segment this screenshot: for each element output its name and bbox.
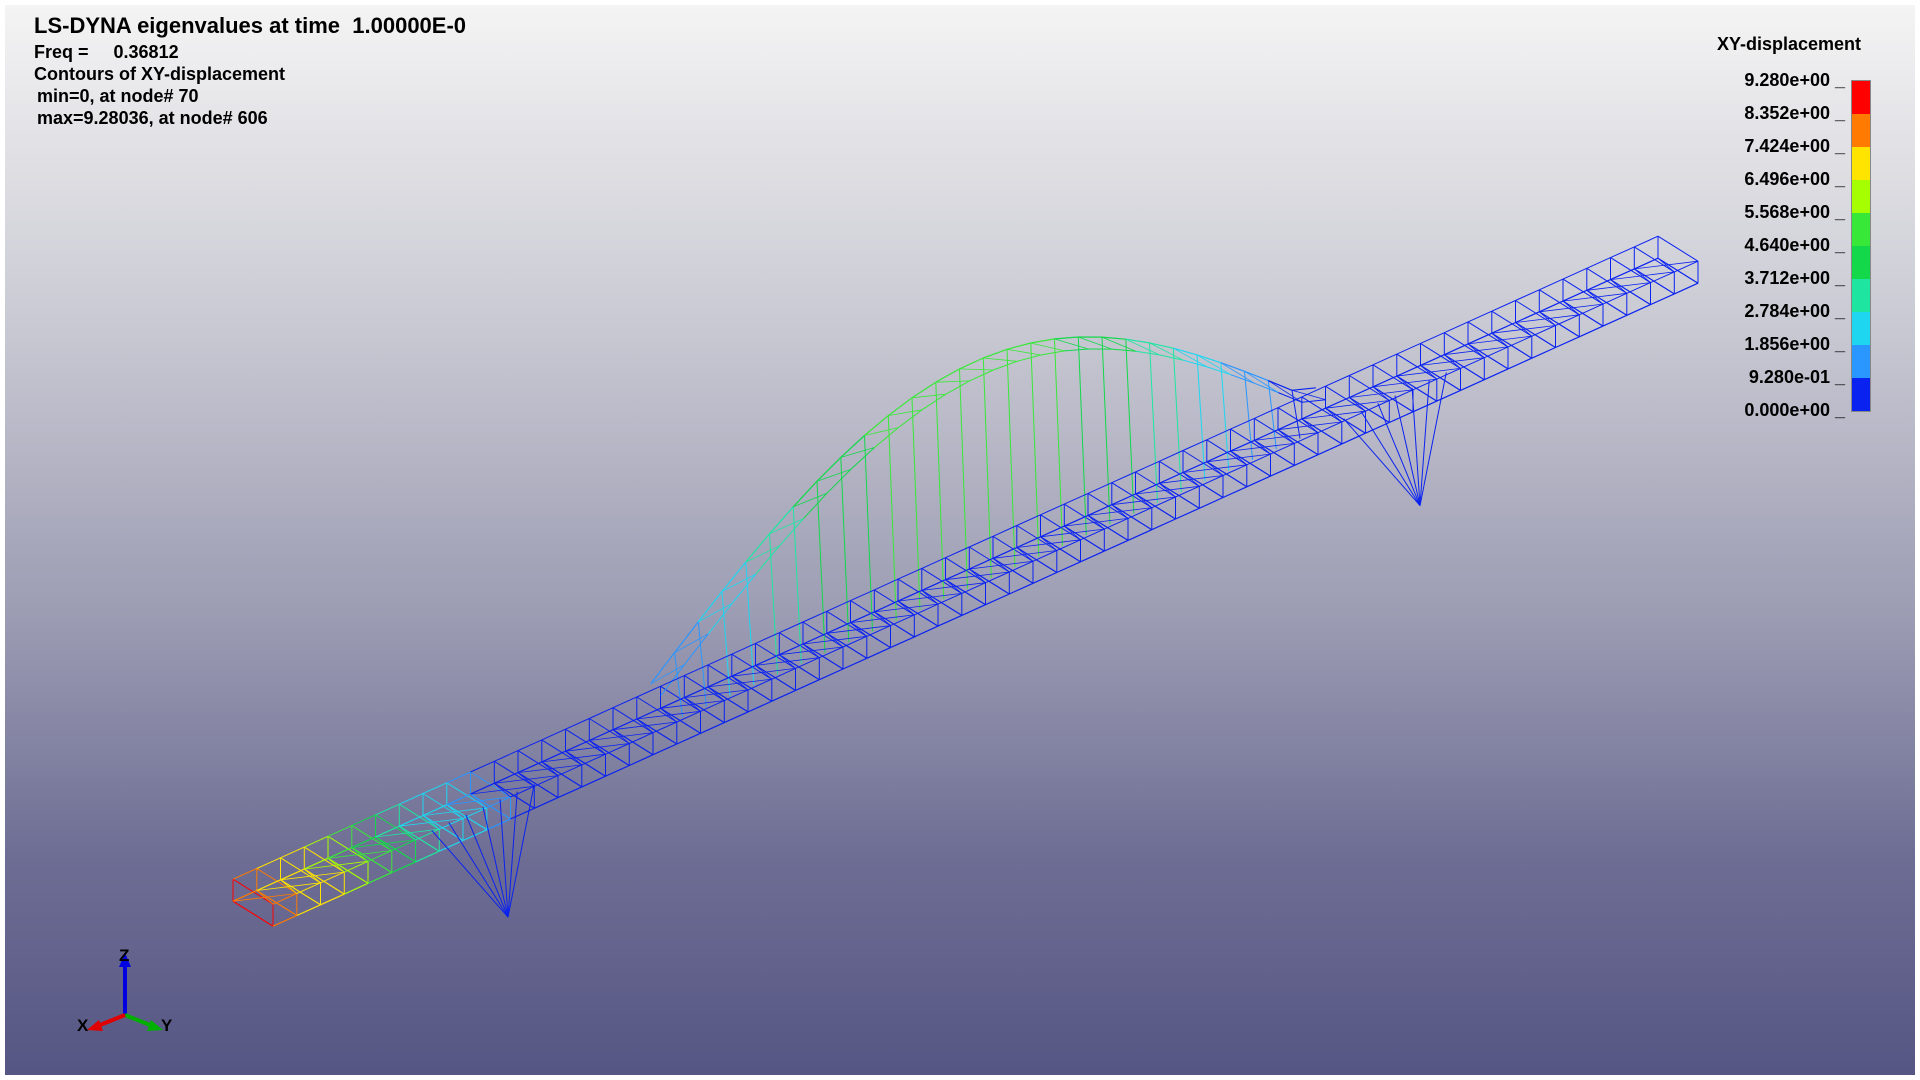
legend-swatch	[1852, 81, 1870, 114]
legend-swatch	[1852, 147, 1870, 180]
legend-title: XY-displacement	[1716, 34, 1862, 54]
legend-label: 9.280e+00 _	[1744, 70, 1845, 90]
legend-swatch	[1852, 378, 1870, 411]
plot-title: LS-DYNA eigenvalues at time 1.00000E-0	[34, 13, 467, 38]
legend-swatch	[1852, 345, 1870, 378]
legend-label: 2.784e+00 _	[1744, 301, 1845, 321]
legend-color-bar	[1851, 80, 1871, 412]
mesh-wireframe	[232, 235, 1699, 927]
min-value-readout: min=0, at node# 70	[37, 86, 199, 106]
contour-description: Contours of XY-displacement	[34, 64, 286, 84]
legend-swatch	[1852, 312, 1870, 345]
graphics-viewport[interactable]: LS-DYNA eigenvalues at time 1.00000E-0 F…	[5, 5, 1915, 1075]
legend-label: 8.352e+00 _	[1744, 103, 1845, 123]
z-axis-label: Z	[119, 946, 129, 965]
frequency-readout: Freq = 0.36812	[34, 42, 179, 62]
axis-triad: Z Y X	[77, 946, 173, 1035]
legend-swatch	[1852, 213, 1870, 246]
y-axis-label: Y	[161, 1016, 173, 1035]
legend-swatch	[1852, 114, 1870, 147]
legend-label: 1.856e+00 _	[1744, 334, 1845, 354]
legend-label: 7.424e+00 _	[1744, 136, 1845, 156]
x-axis-label: X	[77, 1016, 89, 1035]
legend-swatch	[1852, 246, 1870, 279]
legend-swatch	[1852, 279, 1870, 312]
legend-label: 0.000e+00 _	[1744, 400, 1845, 420]
legend-label: 5.568e+00 _	[1744, 202, 1845, 222]
legend-label: 6.496e+00 _	[1744, 169, 1845, 189]
legend-label: 9.280e-01 _	[1748, 367, 1845, 387]
x-axis-arrowhead	[87, 1020, 103, 1031]
max-value-readout: max=9.28036, at node# 606	[37, 108, 268, 128]
bridge-mesh-model[interactable]	[5, 5, 1915, 1075]
legend-swatch	[1852, 180, 1870, 213]
legend-label: 4.640e+00 _	[1744, 235, 1845, 255]
legend-label: 3.712e+00 _	[1744, 268, 1845, 288]
